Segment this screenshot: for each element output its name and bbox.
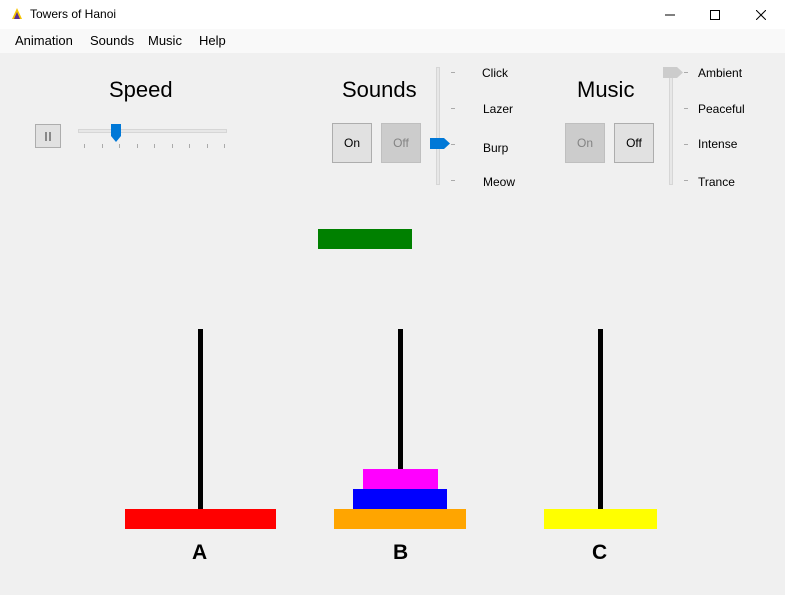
speed-slider-tick [84, 144, 85, 148]
peg-c[interactable] [598, 329, 603, 509]
music-option-trance: Trance [698, 175, 735, 189]
sounds-slider-track[interactable] [436, 67, 440, 185]
window-title: Towers of Hanoi [30, 7, 117, 21]
sound-option-lazer: Lazer [483, 102, 514, 116]
disk[interactable] [334, 509, 466, 529]
peg-a[interactable] [198, 329, 203, 509]
speed-slider-tick [224, 144, 225, 148]
menu-help[interactable]: Help [199, 33, 226, 48]
sounds-slider-thumb[interactable] [430, 138, 450, 149]
sounds-off-button[interactable]: Off [381, 123, 421, 163]
sounds-title: Sounds [342, 77, 417, 102]
music-option-intense: Intense [698, 137, 738, 151]
speed-slider-tick [136, 144, 138, 148]
speed-slider-tick [154, 144, 155, 148]
close-icon [756, 9, 766, 20]
speed-slider-thumb[interactable] [110, 124, 121, 142]
music-slider-track[interactable] [669, 67, 673, 185]
speed-slider-tick [119, 144, 120, 148]
music-on-button[interactable]: On [565, 123, 605, 163]
music-option-peaceful: Peaceful [698, 102, 745, 116]
lifted-disk[interactable] [318, 229, 412, 249]
music-slider-thumb[interactable] [663, 67, 683, 78]
title-bar: Towers of Hanoi [0, 0, 785, 29]
speed-slider-tick [101, 144, 103, 148]
speed-slider-tick [206, 144, 208, 148]
menu-sounds[interactable]: Sounds [90, 33, 134, 48]
speed-slider-track[interactable] [78, 129, 227, 133]
peg-label-c: C [592, 541, 608, 564]
disk[interactable] [124, 509, 276, 529]
speed-slider-tick [189, 144, 190, 148]
hanoi-app-icon [12, 8, 22, 19]
minimize-icon [665, 14, 675, 15]
music-option-ambient: Ambient [698, 66, 743, 80]
music-off-button[interactable]: Off [614, 123, 654, 163]
pause-button[interactable] [35, 124, 61, 148]
menu-bar: Animation Sounds Music Help [0, 29, 785, 53]
speed-slider-tick [171, 144, 173, 148]
maximize-icon [710, 9, 720, 20]
peg-label-a: A [192, 541, 208, 564]
close-button[interactable] [738, 0, 784, 29]
music-title: Music [577, 77, 635, 102]
sounds-on-button[interactable]: On [332, 123, 372, 163]
minimize-button[interactable] [647, 0, 693, 29]
disk[interactable] [543, 509, 657, 529]
speed-title: Speed [109, 77, 173, 102]
sound-option-meow: Meow [483, 175, 516, 189]
menu-music[interactable]: Music [148, 33, 182, 48]
menu-animation[interactable]: Animation [15, 33, 73, 48]
maximize-button[interactable] [692, 0, 738, 29]
sound-option-burp: Burp [483, 141, 509, 155]
sound-option-click: Click [482, 66, 508, 80]
peg-label-b: B [393, 541, 409, 564]
disk[interactable] [353, 489, 447, 509]
disk[interactable] [362, 469, 438, 489]
